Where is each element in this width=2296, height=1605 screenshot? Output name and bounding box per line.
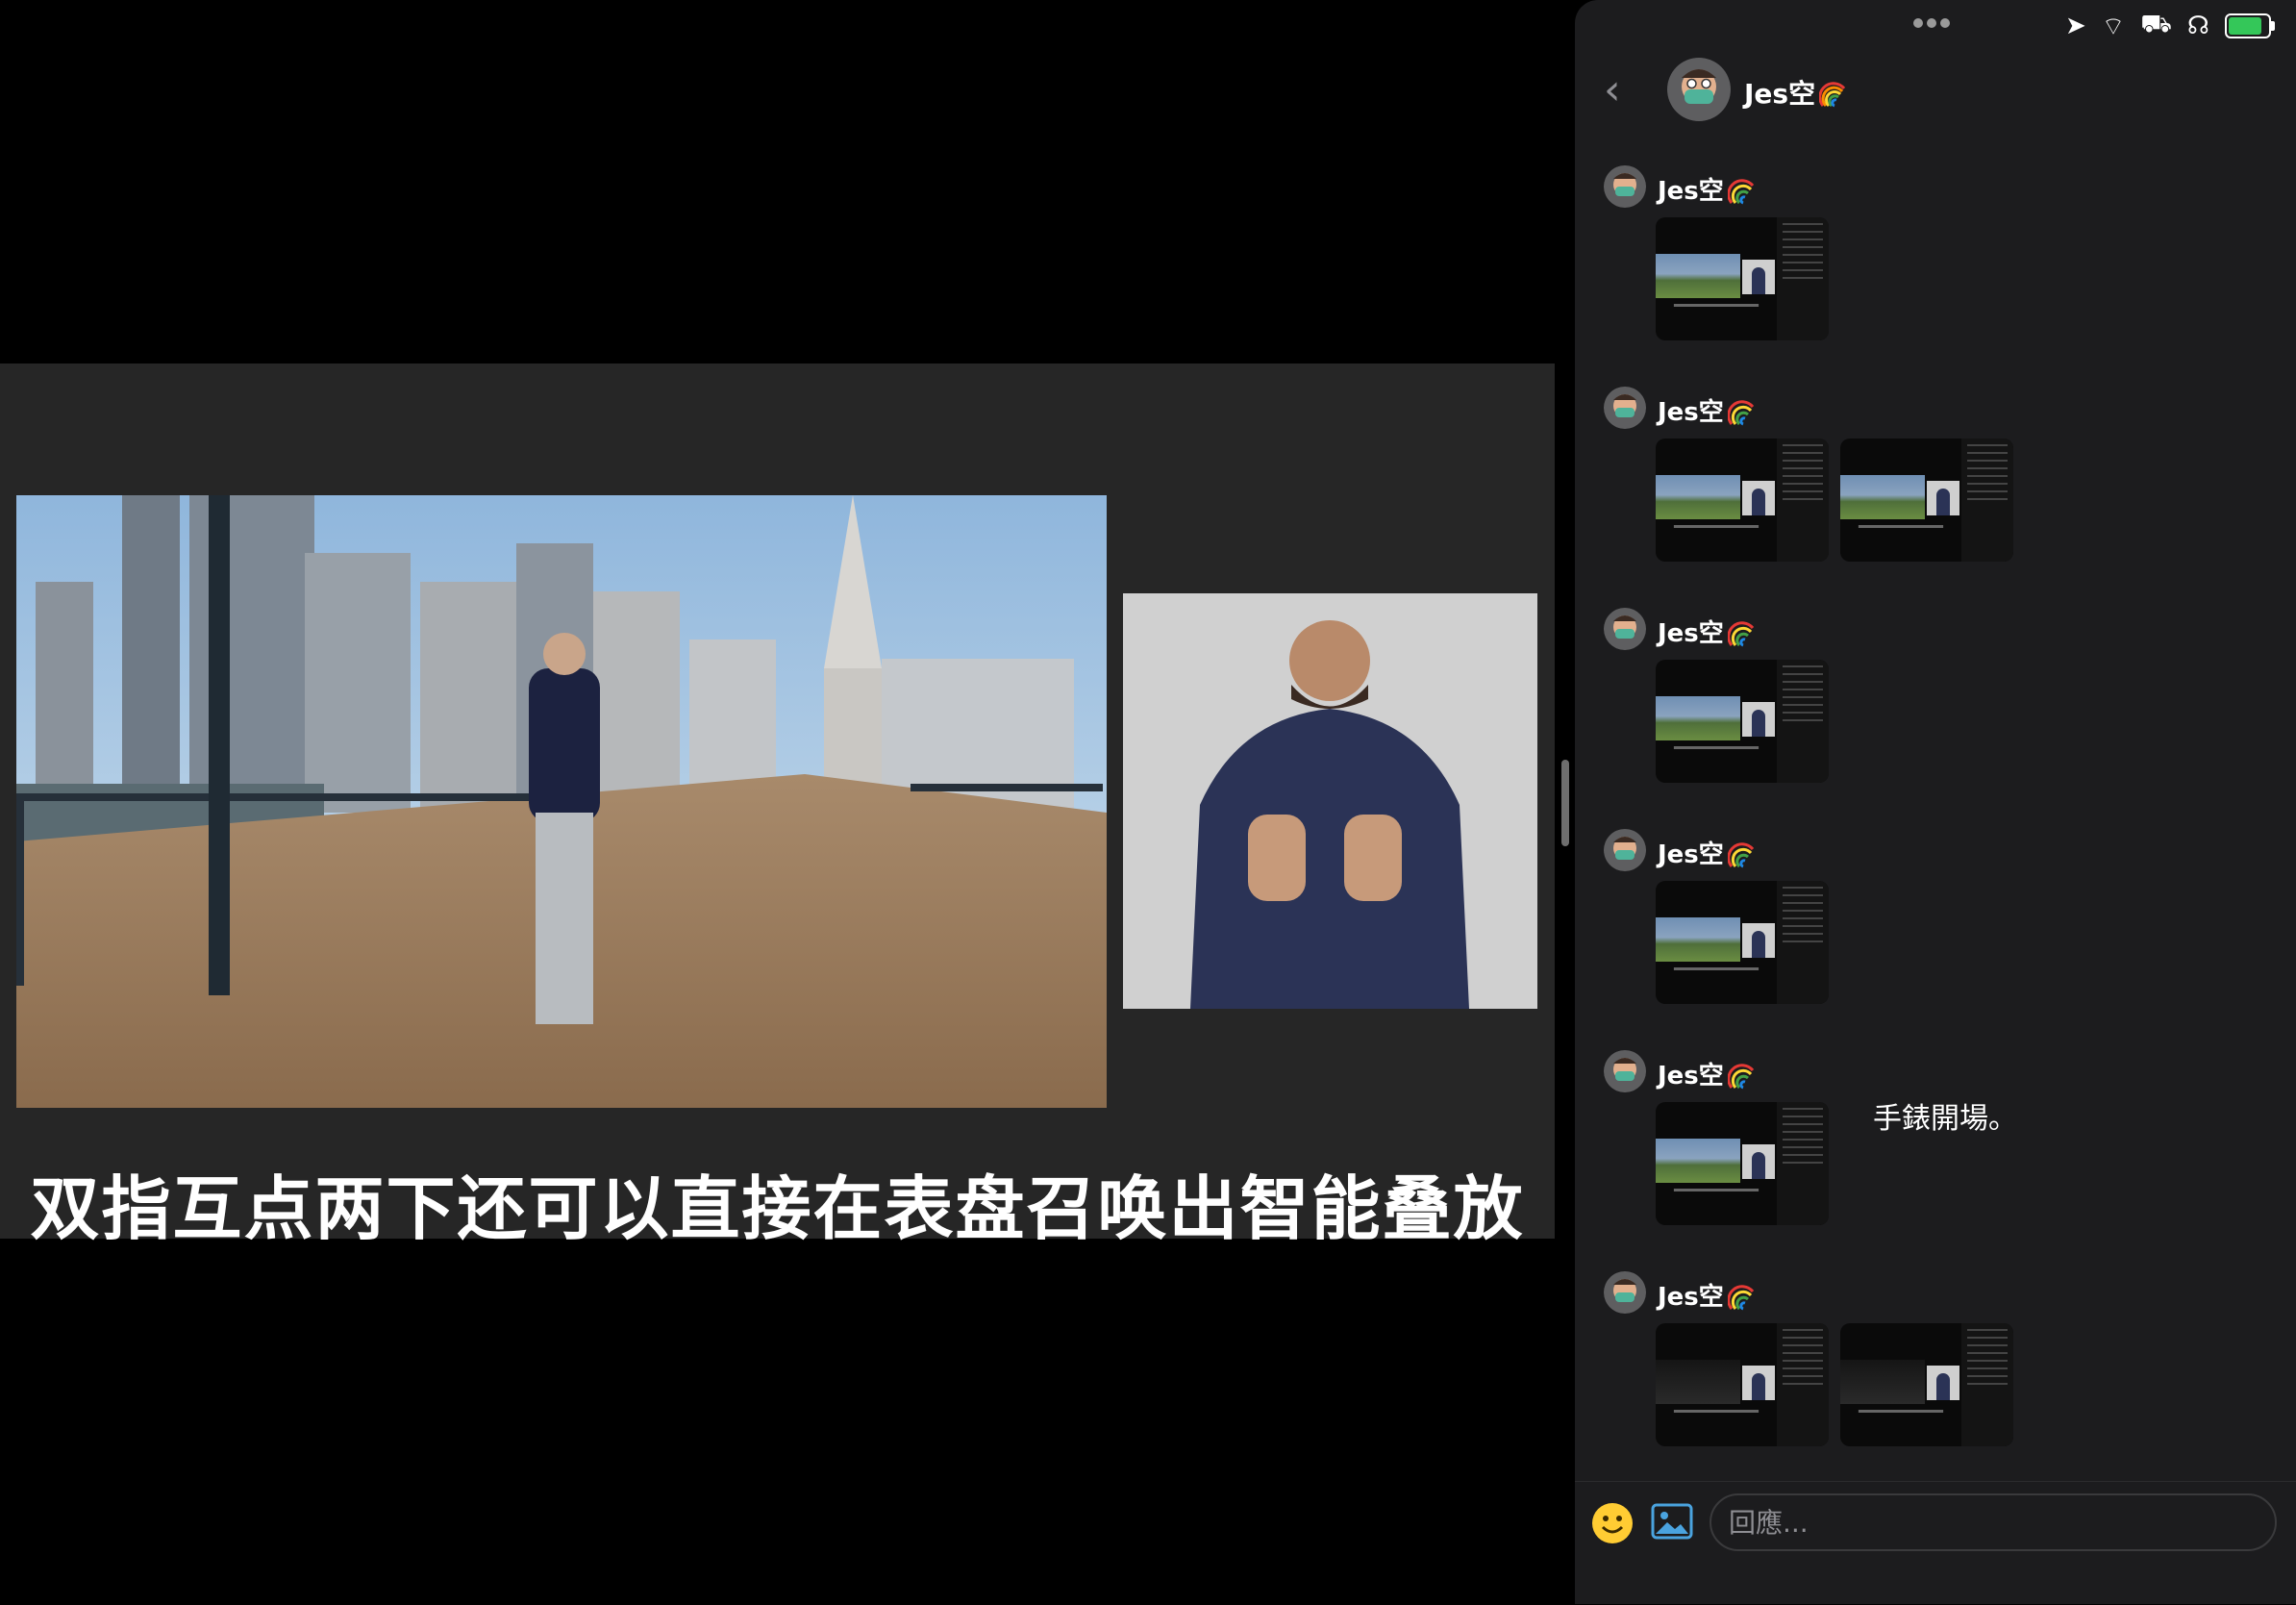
avatar[interactable]: [1604, 165, 1646, 208]
image-attachment[interactable]: [1840, 439, 2013, 562]
image-attachment[interactable]: [1656, 217, 1829, 340]
main-video[interactable]: [16, 495, 1107, 1108]
chat-pane: ➤ ⌔ ⛟ ☊ ‹ Jes空 Jes空 Jes空 Jes空 Jes空 Jes空 …: [1575, 0, 2296, 1604]
sender-name: Jes空: [1658, 177, 1724, 206]
sender-name: Jes空: [1658, 840, 1724, 869]
message-text: 手錶開場。: [1873, 1102, 2017, 1136]
car-icon: ⛟: [2140, 10, 2172, 38]
headphones-icon: ☊: [2186, 12, 2209, 40]
wifi-icon: ⌔: [2101, 12, 2126, 41]
rainbow-icon: [1819, 82, 1846, 108]
image-attachment[interactable]: [1656, 660, 1829, 783]
rainbow-icon: [1727, 1284, 1754, 1310]
location-icon: ➤: [2064, 12, 2086, 40]
chat-header: ‹ Jes空: [1575, 58, 2296, 125]
multitasking-dots-icon[interactable]: [1913, 13, 1954, 32]
rainbow-icon: [1727, 1063, 1754, 1089]
sender-name: Jes空: [1658, 1283, 1724, 1312]
photo-icon[interactable]: [1650, 1499, 1694, 1543]
rainbow-icon: [1727, 178, 1754, 204]
sender-name: Jes空: [1658, 1062, 1724, 1091]
image-attachment[interactable]: [1656, 881, 1829, 1004]
video-frame[interactable]: 双指互点两下还可以直接在表盘召唤出智能叠放: [0, 364, 1555, 1249]
image-attachment[interactable]: [1656, 439, 1829, 562]
chevron-left-icon[interactable]: ‹: [1604, 69, 1621, 112]
video-subtitle: 双指互点两下还可以直接在表盘召唤出智能叠放: [30, 1168, 1525, 1249]
split-view-divider-handle[interactable]: [1561, 760, 1569, 846]
message-composer: [1575, 1481, 2296, 1605]
avatar[interactable]: [1604, 829, 1646, 871]
sender-name: Jes空: [1658, 398, 1724, 427]
image-attachment[interactable]: [1656, 1323, 1829, 1446]
reply-input[interactable]: [1710, 1493, 2277, 1551]
rainbow-icon: [1727, 620, 1754, 646]
sender-name: Jes空: [1658, 619, 1724, 648]
avatar[interactable]: [1604, 1271, 1646, 1314]
contact-name: Jes空: [1744, 78, 1816, 110]
status-bar: ➤ ⌔ ⛟ ☊: [2064, 10, 2275, 42]
video-pane[interactable]: 双指互点两下还可以直接在表盘召唤出智能叠放: [0, 0, 1558, 1604]
avatar[interactable]: [1604, 387, 1646, 429]
avatar[interactable]: [1604, 608, 1646, 650]
image-attachment[interactable]: [1840, 1323, 2013, 1446]
battery-charging-icon: [2225, 13, 2275, 38]
smiley-icon[interactable]: [1590, 1501, 1635, 1545]
rainbow-icon: [1727, 399, 1754, 425]
rainbow-icon: [1727, 841, 1754, 867]
image-attachment[interactable]: [1656, 1102, 1829, 1225]
sign-language-interpreter-video[interactable]: [1123, 593, 1537, 1009]
avatar[interactable]: [1604, 1050, 1646, 1092]
avatar[interactable]: [1667, 58, 1731, 121]
